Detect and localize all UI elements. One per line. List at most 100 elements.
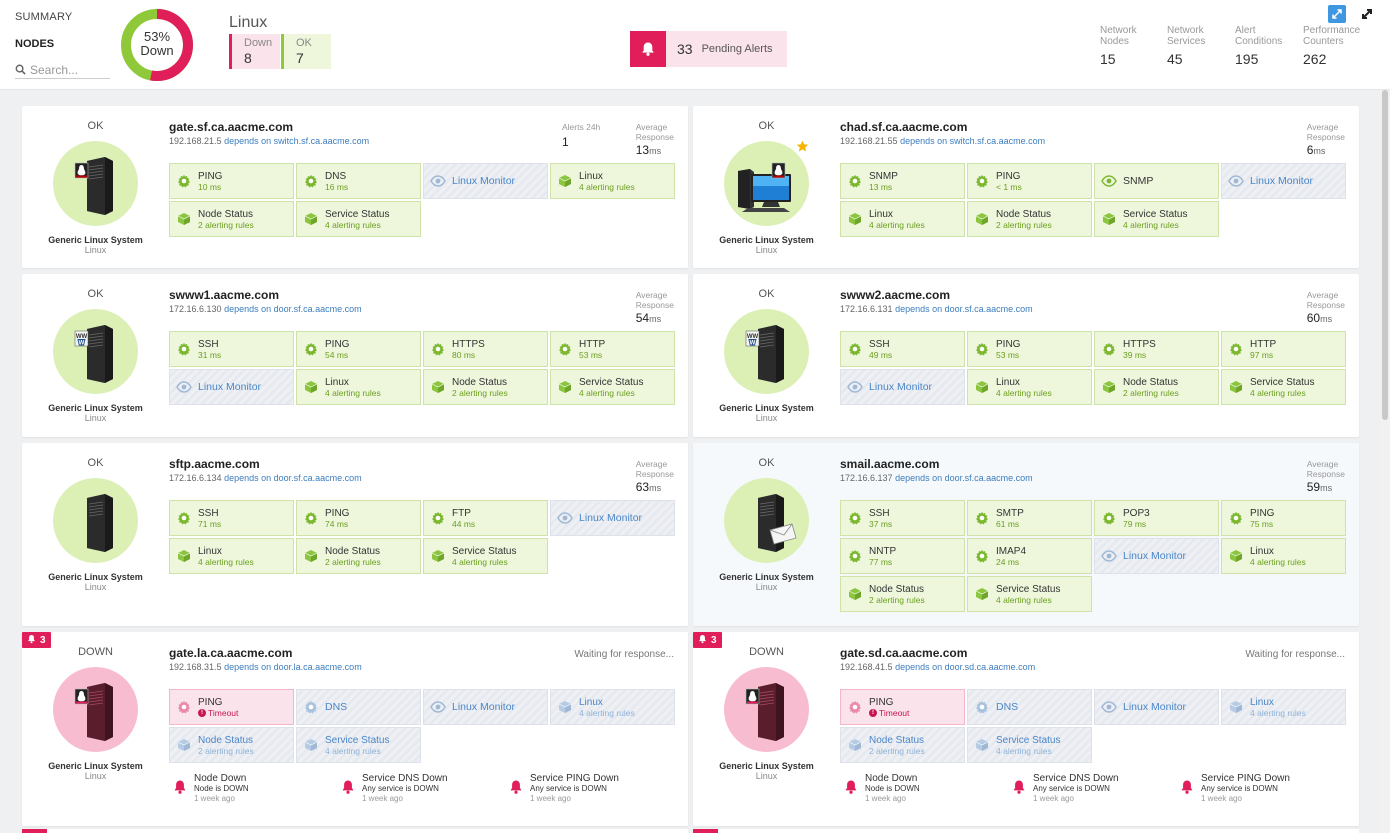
scrollbar-thumb[interactable] — [1382, 90, 1388, 420]
service-tile[interactable]: HTTP 97 ms — [1221, 331, 1346, 367]
dependency-link[interactable]: switch.sf.ca.aacme.com — [950, 136, 1046, 146]
service-tile[interactable]: Linux Monitor — [169, 369, 294, 405]
node-name-link[interactable]: gate.sd.ca.aacme.com — [840, 646, 967, 660]
service-tile[interactable]: Service Status 4 alerting rules — [296, 201, 421, 237]
node-card[interactable]: OK Generic Linux System Linux smail.aacme.c… — [693, 443, 1359, 626]
dependency-link[interactable]: switch.sf.ca.aacme.com — [274, 136, 370, 146]
service-tile[interactable]: PING! Timeout — [840, 689, 965, 725]
service-tile[interactable]: SSH 71 ms — [169, 500, 294, 536]
node-icon-circle[interactable]: WW W — [724, 309, 809, 394]
service-tile[interactable]: Service Status 4 alerting rules — [423, 538, 548, 574]
service-tile[interactable]: PING 53 ms — [967, 331, 1092, 367]
node-card-partial[interactable] — [693, 829, 1359, 833]
service-tile[interactable]: Node Status 2 alerting rules — [840, 727, 965, 763]
service-tile[interactable]: Node Status 2 alerting rules — [169, 201, 294, 237]
node-name-link[interactable]: swww2.aacme.com — [840, 288, 950, 302]
search-input[interactable]: Search... — [15, 61, 110, 79]
node-icon-circle[interactable]: WW W — [53, 309, 138, 394]
node-icon-circle[interactable] — [53, 478, 138, 563]
service-tile[interactable]: Linux 4 alerting rules — [967, 369, 1092, 405]
pending-alerts-button[interactable]: 33 Pending Alerts — [630, 31, 787, 67]
service-tile[interactable]: Linux 4 alerting rules — [550, 689, 675, 725]
node-card[interactable]: OK Generic Linux System Linux sftp.aacme.co… — [22, 443, 688, 626]
service-tile[interactable]: POP3 79 ms — [1094, 500, 1219, 536]
service-tile[interactable]: DNS — [967, 689, 1092, 725]
service-tile[interactable]: HTTPS 80 ms — [423, 331, 548, 367]
service-tile[interactable]: SSH 49 ms — [840, 331, 965, 367]
service-tile[interactable]: Linux 4 alerting rules — [296, 369, 421, 405]
service-tile[interactable]: SMTP 61 ms — [967, 500, 1092, 536]
alert-item[interactable]: Service PING Down Any service is DOWN 1 we… — [1180, 773, 1290, 804]
service-tile[interactable]: Service Status 4 alerting rules — [1221, 369, 1346, 405]
service-tile[interactable]: Node Status 2 alerting rules — [169, 727, 294, 763]
service-tile[interactable]: Linux 4 alerting rules — [1221, 689, 1346, 725]
service-tile[interactable]: Linux Monitor — [423, 163, 548, 199]
service-tile[interactable]: Node Status 2 alerting rules — [423, 369, 548, 405]
service-tile[interactable]: Service Status 4 alerting rules — [550, 369, 675, 405]
service-tile[interactable]: SNMP — [1094, 163, 1219, 199]
alert-item[interactable]: Service DNS Down Any service is DOWN 1 wee… — [341, 773, 448, 804]
service-tile[interactable]: Linux Monitor — [840, 369, 965, 405]
alert-item[interactable]: Node Down Node is DOWN 1 week ago — [844, 773, 920, 804]
service-tile[interactable]: HTTPS 39 ms — [1094, 331, 1219, 367]
node-card[interactable]: OK WW W Generic Linux System Linux swww2.aacm… — [693, 274, 1359, 437]
service-tile[interactable]: PING 75 ms — [1221, 500, 1346, 536]
service-tile[interactable]: FTP 44 ms — [423, 500, 548, 536]
service-tile[interactable]: SNMP 13 ms — [840, 163, 965, 199]
dependency-link[interactable]: door.sd.ca.aacme.com — [945, 662, 1036, 672]
service-tile[interactable]: PING 10 ms — [169, 163, 294, 199]
service-tile[interactable]: Linux Monitor — [423, 689, 548, 725]
service-tile[interactable]: Linux 4 alerting rules — [169, 538, 294, 574]
service-tile[interactable]: Linux Monitor — [550, 500, 675, 536]
service-tile[interactable]: DNS 16 ms — [296, 163, 421, 199]
service-tile[interactable]: Linux 4 alerting rules — [840, 201, 965, 237]
service-tile[interactable]: Linux 4 alerting rules — [1221, 538, 1346, 574]
service-tile[interactable]: PING! Timeout — [169, 689, 294, 725]
service-tile[interactable]: HTTP 53 ms — [550, 331, 675, 367]
node-icon-circle[interactable] — [53, 141, 138, 226]
node-name-link[interactable]: gate.sf.ca.aacme.com — [169, 120, 293, 134]
service-tile[interactable]: Node Status 2 alerting rules — [1094, 369, 1219, 405]
service-tile[interactable]: Service Status 4 alerting rules — [967, 576, 1092, 612]
node-name-link[interactable]: sftp.aacme.com — [169, 457, 260, 471]
down-count-filter[interactable]: Down 8 — [229, 34, 280, 69]
service-tile[interactable]: NNTP 77 ms — [840, 538, 965, 574]
service-tile[interactable]: PING 54 ms — [296, 331, 421, 367]
expand-button[interactable] — [1328, 5, 1346, 23]
service-tile[interactable]: Node Status 2 alerting rules — [967, 201, 1092, 237]
dependency-link[interactable]: door.sf.ca.aacme.com — [274, 304, 362, 314]
node-card-partial[interactable] — [22, 829, 688, 833]
nav-nodes-link[interactable]: NODES — [15, 38, 54, 50]
node-card[interactable]: 3 DOWN Generic Linux System Linux gate.la.ca… — [22, 632, 688, 826]
dependency-link[interactable]: door.sf.ca.aacme.com — [274, 473, 362, 483]
node-card[interactable]: OK WW W Generic Linux System Linux swww1.aacm… — [22, 274, 688, 437]
service-tile[interactable]: Linux 4 alerting rules — [550, 163, 675, 199]
service-tile[interactable]: Service Status 4 alerting rules — [296, 727, 421, 763]
service-tile[interactable]: Linux Monitor — [1221, 163, 1346, 199]
service-tile[interactable]: PING 74 ms — [296, 500, 421, 536]
service-tile[interactable]: Service Status 4 alerting rules — [1094, 201, 1219, 237]
node-icon-circle[interactable] — [53, 667, 138, 752]
node-icon-circle[interactable] — [724, 667, 809, 752]
alert-item[interactable]: Service PING Down Any service is DOWN 1 we… — [509, 773, 619, 804]
service-tile[interactable]: Node Status 2 alerting rules — [840, 576, 965, 612]
ok-count-filter[interactable]: OK 7 — [281, 34, 331, 69]
service-tile[interactable]: SSH 31 ms — [169, 331, 294, 367]
node-name-link[interactable]: chad.sf.ca.aacme.com — [840, 120, 967, 134]
node-card[interactable]: OK Generic Linux System Linux chad.sf.ca.aa… — [693, 106, 1359, 268]
node-name-link[interactable]: smail.aacme.com — [840, 457, 939, 471]
service-tile[interactable]: Linux Monitor — [1094, 538, 1219, 574]
node-name-link[interactable]: swww1.aacme.com — [169, 288, 279, 302]
service-tile[interactable]: PING < 1 ms — [967, 163, 1092, 199]
node-name-link[interactable]: gate.la.ca.aacme.com — [169, 646, 292, 660]
service-tile[interactable]: Node Status 2 alerting rules — [296, 538, 421, 574]
alert-item[interactable]: Node Down Node is DOWN 1 week ago — [173, 773, 249, 804]
node-card[interactable]: 3 DOWN Generic Linux System Linux gate.sd.ca… — [693, 632, 1359, 826]
alert-item[interactable]: Service DNS Down Any service is DOWN 1 wee… — [1012, 773, 1119, 804]
service-tile[interactable]: Linux Monitor — [1094, 689, 1219, 725]
nav-summary-link[interactable]: SUMMARY — [15, 11, 72, 23]
service-tile[interactable]: SSH 37 ms — [840, 500, 965, 536]
service-tile[interactable]: IMAP4 24 ms — [967, 538, 1092, 574]
service-tile[interactable]: DNS — [296, 689, 421, 725]
node-card[interactable]: OK Generic Linux System Linux gate.sf.ca.aa… — [22, 106, 688, 268]
